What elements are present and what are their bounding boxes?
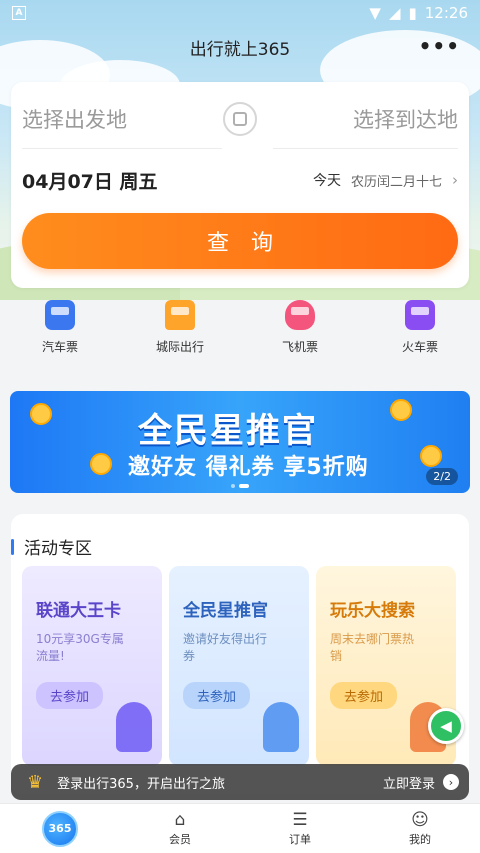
bus-icon <box>45 300 75 330</box>
coin-decoration <box>390 399 412 421</box>
category-label: 飞机票 <box>281 340 318 354</box>
tab-member[interactable]: ⌂ 会员 <box>120 804 240 853</box>
carousel-dots <box>231 484 249 488</box>
tab-label: 订单 <box>289 832 311 846</box>
tile-desc: 邀请好友得出行券 <box>183 632 268 663</box>
coin-decoration <box>30 403 52 425</box>
date-picker[interactable]: 04月07日 周五 <box>22 167 158 194</box>
tab-orders[interactable]: ☰ 订单 <box>240 804 360 853</box>
banner-title: 全民星推官 <box>138 411 318 451</box>
profile-icon: ☺ <box>411 809 429 830</box>
signal-icon: ◢ <box>388 4 401 22</box>
tile-title: 玩乐大搜索 <box>330 601 415 621</box>
crown-icon: ♛ <box>27 771 44 793</box>
section-header: 活动专区 <box>11 534 92 559</box>
clock: 12:26 <box>424 4 468 22</box>
divider <box>22 148 222 149</box>
category-label: 城际出行 <box>155 340 204 354</box>
notification-icon: A <box>12 6 26 20</box>
tab-label: 我的 <box>409 832 431 846</box>
banner-pager: 2/2 <box>426 468 458 485</box>
category-train[interactable]: 火车票 <box>360 300 480 380</box>
bus-swap-icon <box>233 112 247 126</box>
page-title: 出行就上365 <box>189 39 291 60</box>
activity-tile-unicom[interactable]: 联通大王卡 10元享30G专属流量! 去参加 <box>22 566 162 766</box>
category-flight[interactable]: 飞机票 <box>240 300 360 380</box>
category-bus-ticket[interactable]: 汽车票 <box>0 300 120 380</box>
tab-label: 会员 <box>169 832 191 846</box>
train-icon <box>405 300 435 330</box>
divider <box>273 148 458 149</box>
status-bar: A ▼ ◢ ▮ 12:26 <box>0 0 480 26</box>
login-now-label: 立即登录 <box>382 776 435 792</box>
activity-tile-referral[interactable]: 全民星推官 邀请好友得出行券 去参加 <box>169 566 309 766</box>
illustration <box>263 702 299 752</box>
more-menu-icon[interactable]: ••• <box>419 34 460 58</box>
login-prompt-bar[interactable]: ♛ 登录出行365，开启出行之旅 立即登录 › <box>11 764 469 800</box>
banner-subtitle: 邀好友 得礼券 享5折购 <box>128 455 369 480</box>
query-button[interactable]: 查询 <box>22 213 458 269</box>
join-button[interactable]: 去参加 <box>330 682 398 709</box>
login-now-button[interactable]: 立即登录 › <box>383 773 459 792</box>
today-label: 今天 <box>312 173 341 189</box>
departure-field[interactable]: 选择出发地 <box>22 104 127 134</box>
arrival-field[interactable]: 选择到达地 <box>353 104 458 134</box>
date-info[interactable]: 今天 农历闰二月十七 › <box>313 170 458 190</box>
tile-desc: 周末去哪门票热销 <box>330 632 415 663</box>
wifi-icon: ▼ <box>369 4 381 22</box>
category-label: 火车票 <box>401 340 438 354</box>
join-button[interactable]: 去参加 <box>36 682 104 709</box>
member-icon: ⌂ <box>174 809 186 830</box>
promo-banner[interactable]: 全民星推官 邀好友 得礼券 享5折购 2/2 <box>10 391 470 493</box>
order-icon: ☰ <box>292 809 308 830</box>
tile-title: 联通大王卡 <box>36 601 121 621</box>
section-accent-bar <box>11 538 14 555</box>
tile-title: 全民星推官 <box>183 601 268 621</box>
category-label: 汽车票 <box>41 340 78 354</box>
coin-decoration <box>420 445 442 467</box>
join-button[interactable]: 去参加 <box>183 682 251 709</box>
chevron-right-icon: › <box>443 774 459 790</box>
tile-desc: 10元享30G专属流量! <box>36 632 124 663</box>
home-365-logo: 365 <box>42 810 78 847</box>
speaker-icon[interactable]: ◀ <box>428 708 464 744</box>
tab-home[interactable]: 365 <box>0 804 120 853</box>
lunar-date: 农历闰二月十七 <box>350 174 442 190</box>
category-row: 汽车票 城际出行 飞机票 火车票 <box>0 300 480 380</box>
battery-icon: ▮ <box>408 4 417 22</box>
login-prompt-text: 登录出行365，开启出行之旅 <box>57 776 225 792</box>
illustration <box>116 702 152 752</box>
activity-section: 活动专区 联通大王卡 10元享30G专属流量! 去参加 全民星推官 邀请好友得出… <box>11 514 469 794</box>
app-bar: 出行就上365 ••• <box>0 30 480 64</box>
chevron-right-icon: › <box>452 171 458 189</box>
search-card: 选择出发地 选择到达地 04月07日 周五 今天 农历闰二月十七 › 查询 <box>11 82 469 288</box>
coin-decoration <box>90 453 112 475</box>
section-title: 活动专区 <box>24 539 92 559</box>
plane-icon <box>285 300 315 330</box>
category-intercity[interactable]: 城际出行 <box>120 300 240 380</box>
swap-stations-icon[interactable] <box>223 102 257 136</box>
bottom-tab-bar: 365 ⌂ 会员 ☰ 订单 ☺ 我的 <box>0 803 480 853</box>
car-icon <box>165 300 195 330</box>
tab-profile[interactable]: ☺ 我的 <box>360 804 480 853</box>
